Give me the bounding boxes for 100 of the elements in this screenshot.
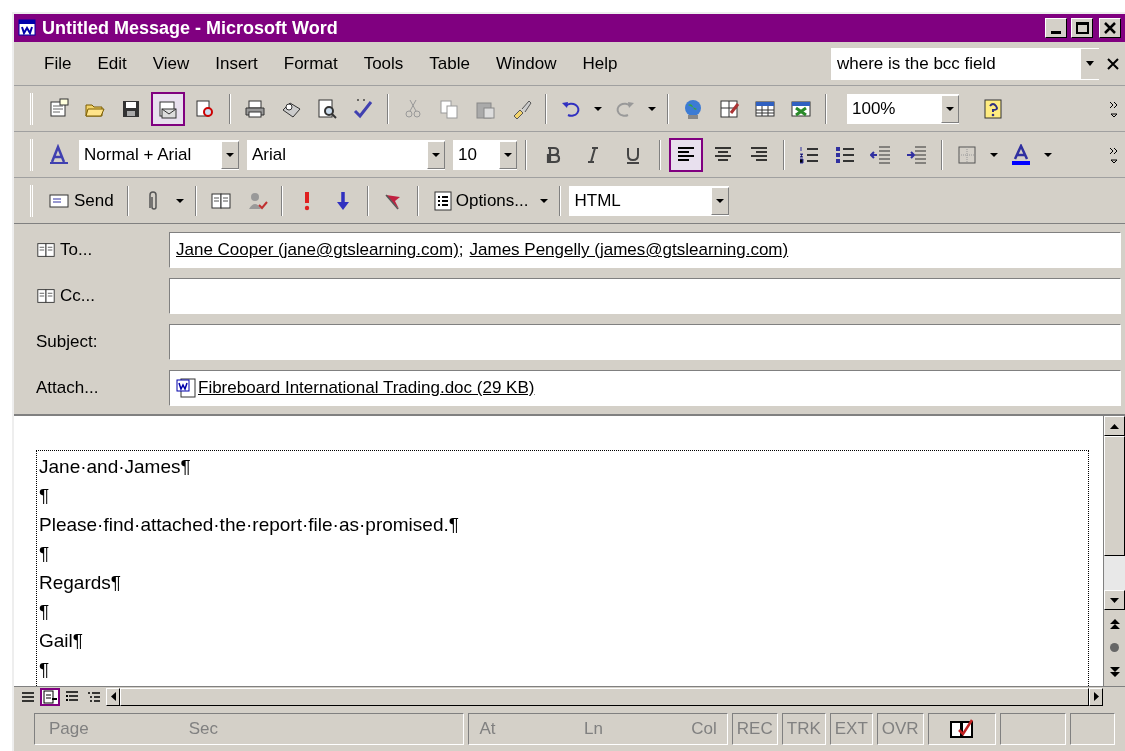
body-text-line: ¶	[39, 658, 51, 682]
dropdown-value: HTML	[573, 189, 622, 212]
dropdown-arrow-icon	[716, 198, 725, 203]
help-question-text: where is the bcc field	[836, 52, 997, 75]
scroll-up-icon[interactable]	[1110, 423, 1119, 429]
status-panel	[1069, 712, 1115, 745]
menu-item[interactable]: Format	[273, 50, 348, 77]
dropdown-arrow-icon	[504, 152, 512, 157]
dropdown-arrow-icon	[1086, 61, 1094, 66]
dropdown-value: Normal + Arial	[83, 143, 193, 166]
dropdown-arrow-icon[interactable]	[594, 106, 602, 111]
menu-item[interactable]: Edit	[87, 50, 137, 77]
send-button[interactable]: Send	[43, 183, 119, 218]
address-button[interactable]: To...	[14, 237, 169, 263]
dropdown-arrow-icon[interactable]	[648, 106, 656, 111]
body-text-line: Jane·and·James¶	[39, 455, 192, 479]
body-text-line: Regards¶	[39, 571, 123, 595]
toggle-button[interactable]	[151, 91, 185, 126]
window-title: Untitled Message - Microsoft Word	[42, 16, 339, 40]
close-button[interactable]	[1099, 18, 1121, 38]
menu-item[interactable]: View	[142, 50, 200, 77]
word-document-icon	[18, 19, 38, 37]
italic-icon[interactable]	[585, 145, 601, 164]
status-panel	[1000, 712, 1066, 745]
options-button[interactable]: Options...	[426, 183, 534, 218]
browse-object-icon[interactable]	[1110, 643, 1119, 653]
next-page-icon[interactable]	[1109, 666, 1120, 677]
close-icon	[1104, 22, 1116, 34]
subject-field[interactable]	[169, 324, 1121, 360]
list-icon	[431, 189, 454, 212]
minimize-button[interactable]	[1045, 18, 1067, 38]
address-button[interactable]: Cc...	[14, 283, 169, 309]
status-field-label: At	[479, 717, 496, 740]
spelling-book-icon	[949, 717, 976, 740]
separator-text: ;	[458, 239, 464, 262]
maximize-button[interactable]	[1071, 18, 1093, 38]
scroll-down-icon[interactable]	[1110, 597, 1119, 603]
menu-item[interactable]: File	[34, 50, 82, 77]
scroll-right-icon[interactable]	[1093, 692, 1099, 701]
styles-icon[interactable]	[48, 143, 70, 166]
field-label: Subject:	[35, 331, 99, 354]
dropdown-arrow-icon[interactable]	[1044, 152, 1052, 157]
dropdown-value: 100%	[851, 97, 897, 120]
body-text-line: ¶	[39, 542, 51, 566]
zoom-dropdown[interactable]: 100%	[847, 93, 959, 124]
recipient-field[interactable]: Jane Cooper (jane@gtslearning.com); James Pengelly (james@gtslearning.com)	[169, 232, 1121, 268]
status-field-label: Sec	[188, 717, 218, 740]
dropdown-arrow-icon	[946, 106, 954, 111]
attachment-link[interactable]: Fibreboard International Trading.doc (29 KB)	[198, 375, 535, 401]
dropdown-arrow-icon[interactable]	[175, 198, 184, 203]
menu-item[interactable]: Window	[485, 50, 567, 77]
menu-item[interactable]: Table	[419, 50, 480, 77]
toggle-button[interactable]	[669, 137, 703, 172]
font-size-dropdown[interactable]: 10	[453, 139, 517, 170]
recipient-link[interactable]: Jane Cooper (jane@gtslearning.com)	[176, 237, 459, 263]
status-field-label: Page	[49, 717, 89, 740]
font-color-icon[interactable]	[1010, 143, 1032, 166]
bold-icon[interactable]	[545, 145, 561, 164]
view-button[interactable]	[40, 687, 60, 706]
draw-table-icon[interactable]	[718, 97, 740, 120]
horizontal-scrollbar[interactable]	[106, 687, 1103, 706]
scroll-left-icon[interactable]	[110, 692, 116, 701]
field-label: Attach...	[35, 377, 100, 400]
status-field-label: Ln	[583, 717, 603, 740]
attachment-field[interactable]: Fibreboard International Trading.doc (29 KB)	[169, 370, 1121, 406]
book-icon	[36, 240, 56, 260]
menu-item[interactable]: Help	[572, 50, 628, 77]
increase-indent-icon[interactable]	[906, 143, 928, 166]
font-dropdown[interactable]: Arial	[247, 139, 445, 170]
decrease-indent-icon[interactable]	[870, 143, 892, 166]
underline-icon[interactable]	[625, 145, 641, 164]
toolbar-options-icon[interactable]	[1109, 99, 1119, 118]
style-dropdown[interactable]: Normal + Arial	[79, 139, 239, 170]
message-format-dropdown[interactable]: HTML	[569, 185, 730, 216]
menu-item[interactable]: Tools	[353, 50, 414, 77]
dropdown-arrow-icon	[226, 152, 234, 157]
toolbar-options-icon[interactable]	[1109, 145, 1119, 164]
help-question-field[interactable]: where is the bcc field	[831, 47, 1099, 80]
search-icon[interactable]	[194, 97, 216, 120]
body-text-line: ¶	[39, 484, 51, 508]
spelling-check-icon[interactable]	[352, 97, 374, 120]
help-icon[interactable]	[982, 97, 1004, 120]
dropdown-arrow-icon	[432, 152, 440, 157]
dropdown-arrow-icon[interactable]	[990, 152, 998, 157]
body-text-line: Please·find·attached·the·report·file·as·promised.¶	[39, 513, 460, 537]
new-message-icon[interactable]	[48, 97, 70, 120]
close-icon[interactable]	[1107, 57, 1119, 70]
recipient-field[interactable]	[169, 278, 1121, 314]
globe-icon[interactable]	[682, 97, 704, 120]
previous-page-icon[interactable]	[1109, 619, 1120, 630]
print-preview-icon[interactable]	[316, 97, 338, 120]
word-document-icon	[176, 377, 198, 399]
body-text-line: ¶	[39, 600, 51, 624]
printer-icon[interactable]	[244, 97, 266, 120]
recipient-link[interactable]: James Pengelly (james@gtslearning.com)	[469, 237, 789, 263]
body-text-line: Gail¶	[39, 629, 84, 653]
menu-item[interactable]: Insert	[205, 50, 268, 77]
vertical-scrollbar[interactable]	[1103, 416, 1125, 686]
dropdown-arrow-icon[interactable]	[540, 198, 549, 203]
dropdown-value: 10	[457, 143, 478, 166]
